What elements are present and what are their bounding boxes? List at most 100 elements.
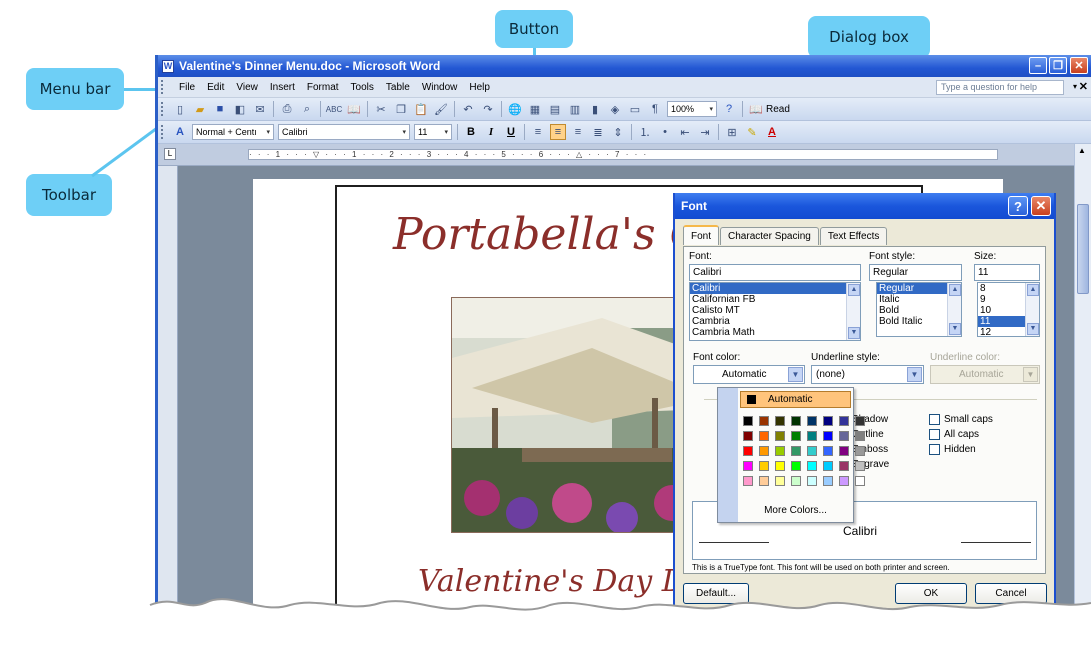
minimize-button[interactable]: – (1029, 57, 1047, 74)
research-icon[interactable]: 📖 (346, 101, 362, 117)
font-style-list[interactable]: Regular Italic Bold Bold Italic ▲ ▼ (876, 282, 962, 337)
format-painter-icon[interactable]: 🖌 (433, 101, 449, 117)
bold-button[interactable]: B (463, 124, 479, 140)
more-colors-option[interactable]: More Colors... (740, 502, 851, 518)
color-swatch[interactable] (759, 431, 769, 441)
save-icon[interactable]: ■ (212, 101, 228, 117)
line-spacing-icon[interactable]: ⇕ (610, 124, 626, 140)
color-swatch[interactable] (839, 446, 849, 456)
color-swatch[interactable] (743, 461, 753, 471)
color-swatch[interactable] (855, 446, 865, 456)
font-list-item[interactable]: Californian FB (690, 294, 860, 305)
document-map-icon[interactable]: ▭ (627, 101, 643, 117)
menu-format[interactable]: Format (301, 82, 345, 93)
menu-table[interactable]: Table (380, 82, 416, 93)
scroll-up-icon[interactable]: ▲ (1078, 146, 1086, 155)
toolbar-grip-handle[interactable] (161, 125, 167, 139)
font-name-input[interactable]: Calibri (689, 264, 861, 281)
print-icon[interactable]: ⎙ (279, 101, 295, 117)
dialog-help-button[interactable]: ? (1008, 196, 1028, 216)
color-swatch[interactable] (775, 431, 785, 441)
automatic-color-option[interactable]: Automatic (740, 391, 851, 408)
read-button-label[interactable]: Read (766, 104, 790, 115)
menu-grip-handle[interactable] (161, 80, 169, 94)
hidden-checkbox[interactable]: Hidden (929, 444, 976, 455)
justify-icon[interactable]: ≣ (590, 124, 606, 140)
menu-close-icon[interactable]: ✕ (1079, 80, 1088, 93)
highlight-icon[interactable]: ✎ (744, 124, 760, 140)
underline-button[interactable]: U (503, 124, 519, 140)
menu-insert[interactable]: Insert (264, 82, 301, 93)
color-swatch[interactable] (855, 476, 865, 486)
chevron-down-icon[interactable]: ▼ (788, 367, 803, 382)
ask-question-input[interactable]: Type a question for help (936, 80, 1064, 95)
color-swatch[interactable] (743, 476, 753, 486)
borders-icon[interactable]: ⊞ (724, 124, 740, 140)
scroll-up-icon[interactable]: ▲ (848, 284, 860, 296)
color-swatch[interactable] (743, 431, 753, 441)
color-swatch[interactable] (855, 431, 865, 441)
styles-formatting-icon[interactable]: A (172, 124, 188, 140)
insert-table-icon[interactable]: ▤ (547, 101, 563, 117)
color-swatch[interactable] (743, 416, 753, 426)
open-folder-icon[interactable]: ▰ (192, 101, 208, 117)
color-swatch[interactable] (823, 476, 833, 486)
color-swatch[interactable] (759, 461, 769, 471)
color-swatch[interactable] (775, 416, 785, 426)
font-list-item[interactable]: Calisto MT (690, 305, 860, 316)
show-hide-icon[interactable]: ¶ (647, 101, 663, 117)
tables-borders-icon[interactable]: ▦ (527, 101, 543, 117)
scroll-down-icon[interactable]: ▼ (1027, 323, 1039, 335)
color-swatch[interactable] (823, 431, 833, 441)
help-dropdown-icon[interactable]: ▾ (1073, 82, 1077, 91)
color-swatch[interactable] (775, 476, 785, 486)
copy-icon[interactable]: ❐ (393, 101, 409, 117)
tab-font[interactable]: Font (683, 225, 720, 245)
size-list[interactable]: 8 9 10 11 12 ▲ ▼ (977, 282, 1040, 337)
color-swatch[interactable] (759, 416, 769, 426)
read-icon[interactable]: 📖 (748, 101, 764, 117)
style-list-scrollbar[interactable]: ▲ ▼ (947, 283, 961, 336)
chevron-down-icon[interactable]: ▼ (907, 367, 922, 382)
permission-icon[interactable]: ◧ (232, 101, 248, 117)
numbering-icon[interactable]: ⒈ (637, 124, 653, 140)
style-dropdown[interactable]: Normal + Centı ▾ (192, 124, 274, 140)
toolbar-grip-handle[interactable] (161, 102, 167, 116)
color-swatch[interactable] (839, 431, 849, 441)
menu-edit[interactable]: Edit (201, 82, 230, 93)
checkbox-box[interactable] (929, 444, 940, 455)
font-color-icon[interactable]: A (764, 124, 780, 140)
font-dropdown[interactable]: Calibri ▾ (278, 124, 410, 140)
menu-window[interactable]: Window (416, 82, 464, 93)
decrease-indent-icon[interactable]: ⇤ (677, 124, 693, 140)
small-caps-checkbox[interactable]: Small caps (929, 414, 993, 425)
color-swatch[interactable] (743, 446, 753, 456)
checkbox-box[interactable] (929, 414, 940, 425)
font-list-item[interactable]: Calibri (690, 283, 860, 294)
color-swatch[interactable] (839, 476, 849, 486)
email-icon[interactable]: ✉ (252, 101, 268, 117)
font-name-list[interactable]: Calibri Californian FB Calisto MT Cambri… (689, 282, 861, 341)
size-input[interactable]: 11 (974, 264, 1040, 281)
cut-icon[interactable]: ✂ (373, 101, 389, 117)
font-list-scrollbar[interactable]: ▲ ▼ (846, 283, 860, 340)
color-swatch[interactable] (839, 461, 849, 471)
menu-view[interactable]: View (230, 82, 264, 93)
scroll-up-icon[interactable]: ▲ (1027, 284, 1039, 296)
restore-button[interactable]: ❐ (1049, 57, 1067, 74)
redo-icon[interactable]: ↷ (480, 101, 496, 117)
drawing-icon[interactable]: ◈ (607, 101, 623, 117)
align-left-icon[interactable]: ≡ (530, 124, 546, 140)
color-swatch[interactable] (791, 461, 801, 471)
checkbox-box[interactable] (929, 429, 940, 440)
paste-icon[interactable]: 📋 (413, 101, 429, 117)
color-swatch[interactable] (791, 416, 801, 426)
zoom-dropdown[interactable]: 100% ▾ (667, 101, 717, 117)
scroll-down-icon[interactable]: ▼ (848, 327, 860, 339)
color-swatch[interactable] (839, 416, 849, 426)
spelling-icon[interactable]: ABC (326, 101, 342, 117)
color-swatch[interactable] (807, 416, 817, 426)
color-swatch[interactable] (807, 476, 817, 486)
color-swatch[interactable] (855, 416, 865, 426)
align-right-icon[interactable]: ≡ (570, 124, 586, 140)
